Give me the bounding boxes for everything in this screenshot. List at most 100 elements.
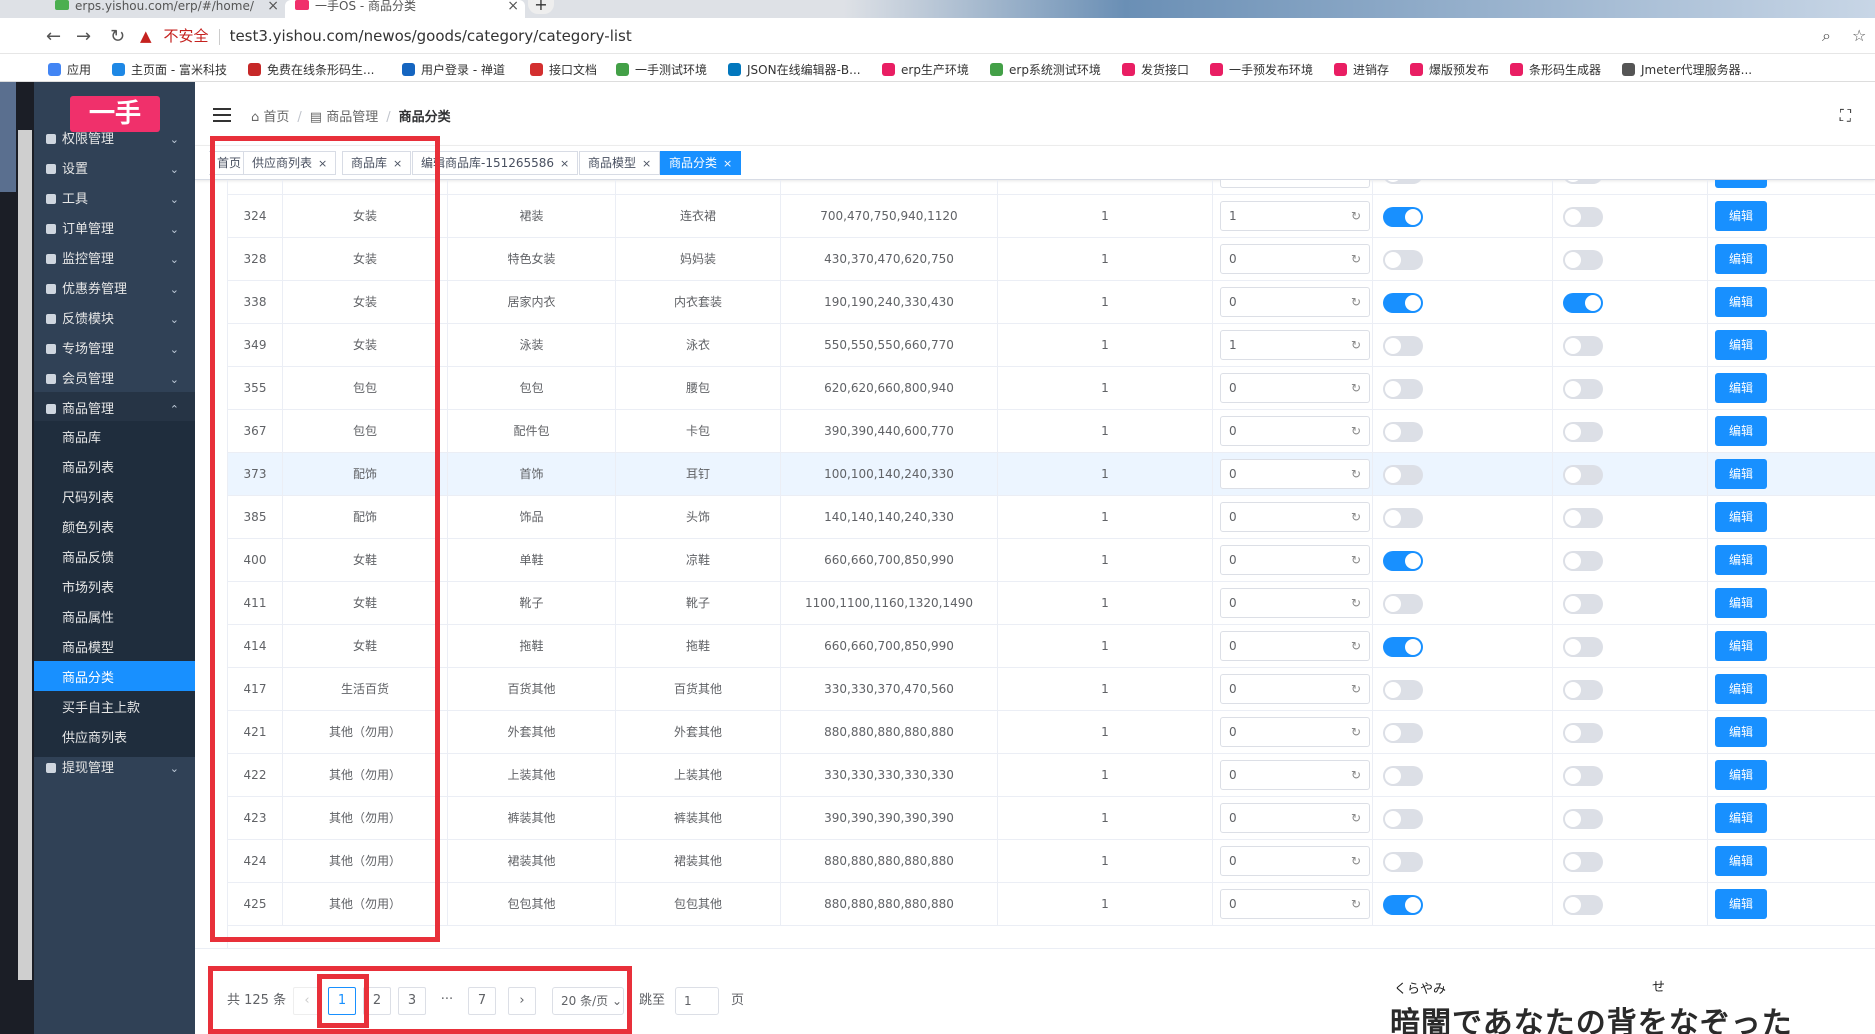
edit-button[interactable]: 编辑 bbox=[1715, 803, 1767, 833]
bookmark[interactable]: 接口文档 bbox=[530, 61, 597, 78]
star-icon[interactable]: ☆ bbox=[1852, 26, 1866, 45]
bookmark-apps[interactable]: 应用 bbox=[48, 61, 91, 78]
back-icon[interactable]: ← bbox=[46, 26, 61, 47]
bookmark[interactable]: erp生产环境 bbox=[882, 61, 969, 78]
refresh-icon[interactable]: ↻ bbox=[1351, 460, 1361, 488]
refresh-icon[interactable]: ↻ bbox=[1351, 546, 1361, 574]
breadcrumb-item[interactable]: 首页 bbox=[263, 110, 289, 125]
refresh-icon[interactable]: ↻ bbox=[1351, 632, 1361, 660]
toggle-switch[interactable] bbox=[1383, 293, 1423, 313]
refresh-icon[interactable]: ↻ bbox=[1351, 890, 1361, 918]
refresh-icon[interactable]: ↻ bbox=[1351, 675, 1361, 703]
refresh-icon[interactable]: ↻ bbox=[1351, 331, 1361, 359]
sort-input[interactable]: 112↻ bbox=[1220, 180, 1370, 188]
toggle-switch[interactable] bbox=[1563, 180, 1603, 184]
toggle-switch[interactable] bbox=[1383, 594, 1423, 614]
close-icon[interactable]: × bbox=[560, 157, 569, 170]
bookmark[interactable]: 一手预发布环境 bbox=[1210, 61, 1313, 78]
edit-button[interactable]: 编辑 bbox=[1715, 244, 1767, 274]
hamburger-icon[interactable] bbox=[213, 108, 231, 122]
toggle-switch[interactable] bbox=[1383, 250, 1423, 270]
bookmark[interactable]: erp系统测试环境 bbox=[990, 61, 1101, 78]
bookmark[interactable]: 主页面 - 富米科技 bbox=[112, 61, 227, 78]
toggle-switch[interactable] bbox=[1563, 250, 1603, 270]
toggle-switch[interactable] bbox=[1563, 508, 1603, 528]
toggle-switch[interactable] bbox=[1383, 465, 1423, 485]
edit-button[interactable]: 编辑 bbox=[1715, 588, 1767, 618]
refresh-icon[interactable]: ↻ bbox=[1351, 245, 1361, 273]
edit-button[interactable]: 编辑 bbox=[1715, 760, 1767, 790]
toggle-switch[interactable] bbox=[1383, 508, 1423, 528]
edit-button[interactable]: 编辑 bbox=[1715, 330, 1767, 360]
refresh-icon[interactable]: ↻ bbox=[1351, 847, 1361, 875]
edit-button[interactable]: 编辑 bbox=[1715, 631, 1767, 661]
toggle-switch[interactable] bbox=[1383, 180, 1423, 184]
toggle-switch[interactable] bbox=[1383, 809, 1423, 829]
edit-button[interactable]: 编辑 bbox=[1715, 287, 1767, 317]
toggle-switch[interactable] bbox=[1383, 680, 1423, 700]
edit-button[interactable]: 编辑 bbox=[1715, 889, 1767, 919]
sort-input[interactable]: 0 ↻ bbox=[1220, 631, 1370, 661]
sort-input[interactable]: 0 ↻ bbox=[1220, 416, 1370, 446]
edit-button[interactable]: 编辑 bbox=[1715, 201, 1767, 231]
toggle-switch[interactable] bbox=[1383, 895, 1423, 915]
new-tab-button[interactable]: + bbox=[528, 0, 554, 14]
strip-scrollbar[interactable] bbox=[18, 130, 32, 980]
browser-tab[interactable]: erps.yishou.com/erp/#/home/ × bbox=[45, 0, 285, 18]
toggle-switch[interactable] bbox=[1563, 207, 1603, 227]
sort-input[interactable]: 0 ↻ bbox=[1220, 760, 1370, 790]
refresh-icon[interactable]: ↻ bbox=[1351, 180, 1361, 187]
bookmark[interactable]: 爆版预发布 bbox=[1410, 61, 1489, 78]
edit-button[interactable]: 编辑 bbox=[1715, 674, 1767, 704]
toggle-switch[interactable] bbox=[1383, 336, 1423, 356]
toggle-switch[interactable] bbox=[1383, 379, 1423, 399]
sort-input[interactable]: 0 ↻ bbox=[1220, 588, 1370, 618]
toggle-switch[interactable] bbox=[1563, 809, 1603, 829]
close-icon[interactable]: × bbox=[642, 157, 651, 170]
tag-5[interactable]: 商品分类 × bbox=[660, 151, 742, 175]
bookmark[interactable]: 一手测试环境 bbox=[616, 61, 707, 78]
bookmark[interactable]: 用户登录 - 禅道 bbox=[402, 61, 505, 78]
edit-button[interactable]: 编辑 bbox=[1715, 416, 1767, 446]
toggle-switch[interactable] bbox=[1563, 379, 1603, 399]
close-icon[interactable]: × bbox=[723, 157, 732, 170]
edit-button[interactable]: 编辑 bbox=[1715, 373, 1767, 403]
toggle-switch[interactable] bbox=[1383, 207, 1423, 227]
toggle-switch[interactable] bbox=[1383, 766, 1423, 786]
close-icon[interactable]: × bbox=[267, 0, 279, 13]
refresh-icon[interactable]: ↻ bbox=[1351, 503, 1361, 531]
toggle-switch[interactable] bbox=[1383, 637, 1423, 657]
sort-input[interactable]: 0 ↻ bbox=[1220, 545, 1370, 575]
edit-button[interactable]: 编辑 bbox=[1715, 846, 1767, 876]
sidebar-item-withdraw[interactable]: 提现管理 ⌄ bbox=[34, 751, 195, 787]
bookmark[interactable]: 发货接口 bbox=[1122, 61, 1189, 78]
toggle-switch[interactable] bbox=[1563, 293, 1603, 313]
refresh-icon[interactable]: ↻ bbox=[1351, 288, 1361, 316]
sort-input[interactable]: 0 ↻ bbox=[1220, 803, 1370, 833]
refresh-icon[interactable]: ↻ bbox=[1351, 374, 1361, 402]
toggle-switch[interactable] bbox=[1563, 594, 1603, 614]
bookmark[interactable]: Jmeter代理服务器... bbox=[1622, 61, 1752, 78]
refresh-icon[interactable]: ↻ bbox=[1351, 202, 1361, 230]
forward-icon[interactable]: → bbox=[76, 26, 91, 47]
refresh-icon[interactable]: ↻ bbox=[1351, 417, 1361, 445]
toggle-switch[interactable] bbox=[1563, 895, 1603, 915]
sort-input[interactable]: 0 ↻ bbox=[1220, 846, 1370, 876]
edit-button[interactable]: 编辑 bbox=[1715, 717, 1767, 747]
zoom-icon[interactable]: ⌕ bbox=[1822, 26, 1831, 46]
refresh-icon[interactable]: ↻ bbox=[1351, 589, 1361, 617]
sort-input[interactable]: 0 ↻ bbox=[1220, 287, 1370, 317]
goto-input[interactable]: 1 bbox=[675, 987, 719, 1015]
edit-button[interactable]: 编辑 bbox=[1715, 459, 1767, 489]
sort-input[interactable]: 0 ↻ bbox=[1220, 717, 1370, 747]
toggle-switch[interactable] bbox=[1563, 766, 1603, 786]
sort-input[interactable]: 1 ↻ bbox=[1220, 201, 1370, 231]
refresh-icon[interactable]: ↻ bbox=[1351, 804, 1361, 832]
bookmark[interactable]: JSON在线编辑器-B... bbox=[728, 61, 861, 78]
toggle-switch[interactable] bbox=[1563, 551, 1603, 571]
toggle-switch[interactable] bbox=[1383, 422, 1423, 442]
url-field[interactable]: ▲ 不安全 test3.yishou.com/newos/goods/categor… bbox=[140, 24, 1800, 48]
sort-input[interactable]: 0 ↻ bbox=[1220, 502, 1370, 532]
toggle-switch[interactable] bbox=[1563, 680, 1603, 700]
toggle-switch[interactable] bbox=[1383, 551, 1423, 571]
